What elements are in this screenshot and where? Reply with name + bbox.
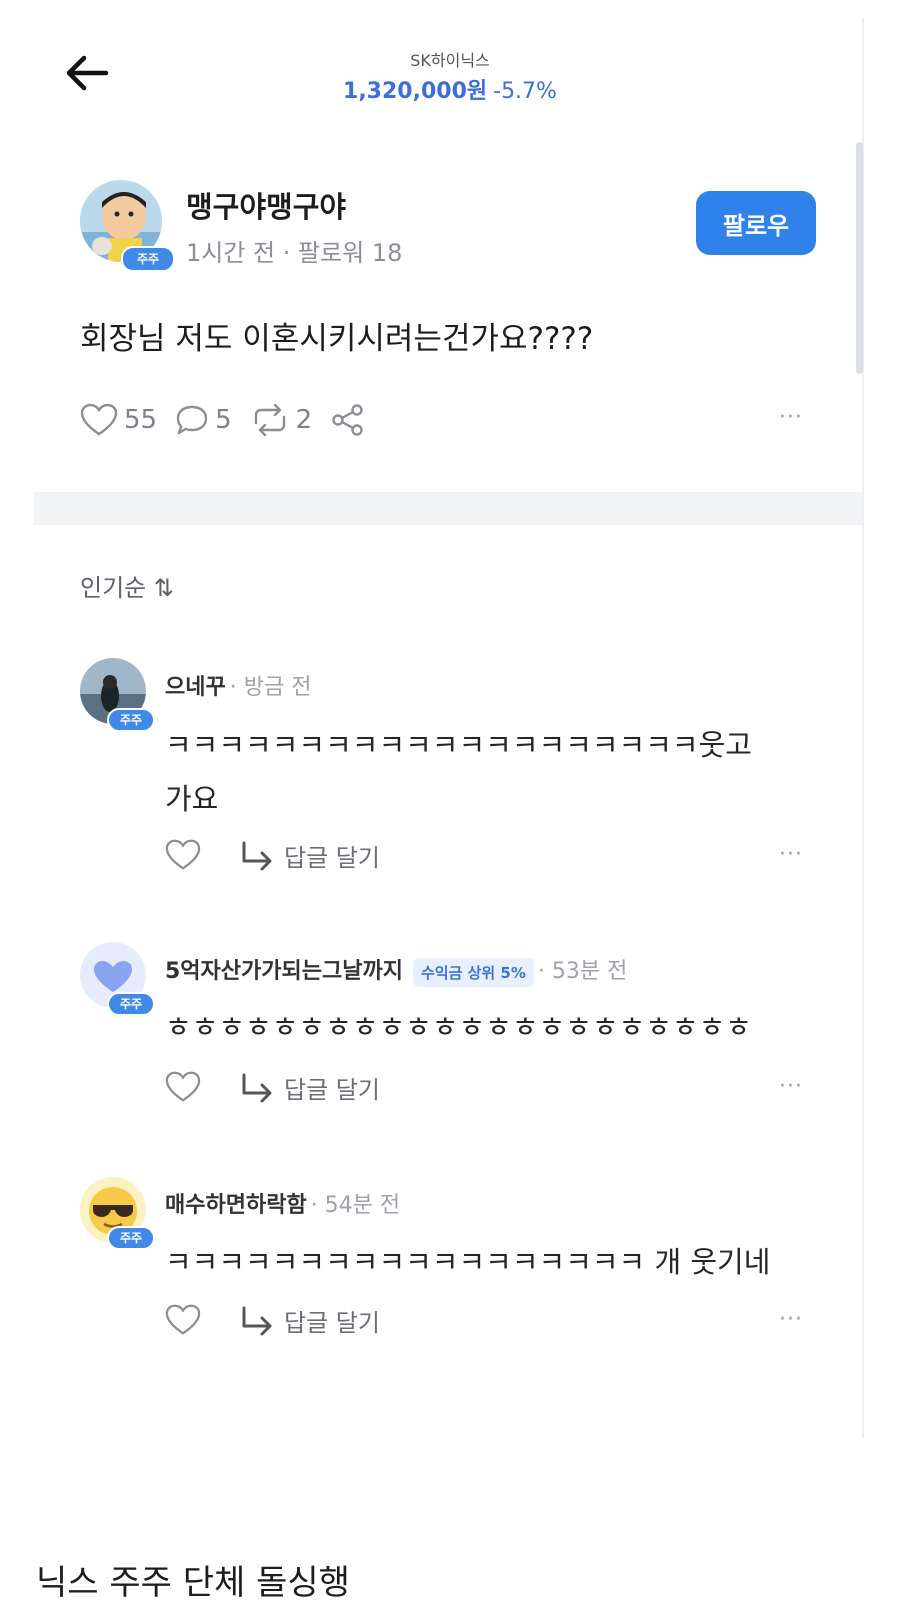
post-content: 회장님 저도 이혼시키시려는건가요???? [80,321,594,357]
repost-icon [254,403,285,437]
comment-time: · 54분 전 [310,1193,401,1218]
comment-more-button[interactable]: ··· [779,1074,803,1099]
profit-rank-tag: 수익금 상위 5% [412,957,534,987]
author-name[interactable]: 맹구야맹구야 [186,184,346,226]
post-actions: 55 5 2 [80,400,390,440]
repost-action[interactable]: 2 [250,403,313,437]
comment-time: · 방금 전 [229,675,312,700]
commenter-name-line: 5억자산가가되는그날까지 수익금 상위 5% · 53분 전 [165,953,627,987]
follow-button[interactable]: 팔로우 [696,191,816,255]
stock-name: SK하이닉스 [410,51,490,70]
heart-icon[interactable] [165,838,201,872]
commenter-name[interactable]: 5억자산가가되는그날까지 [165,959,403,984]
section-divider [34,492,862,525]
commenter-name-line: 매수하면하락함 · 54분 전 [165,1187,400,1219]
comment-text-line: ㅋㅋㅋㅋㅋㅋㅋㅋㅋㅋㅋㅋㅋㅋㅋㅋㅋㅋㅋㅋ웃고 [165,728,752,762]
comment-more-button[interactable]: ··· [779,842,803,867]
reply-button[interactable]: 답글 달기 [240,1303,380,1338]
shareholder-badge: 주주 [107,1226,155,1250]
reply-arrow-icon [242,841,272,870]
heart-icon[interactable] [165,1070,201,1104]
share-icon [332,404,363,436]
comment-text: ㅋㅋㅋㅋㅋㅋㅋㅋㅋㅋㅋㅋㅋㅋㅋㅋㅋㅋㅋㅋ웃고 가요 [165,718,752,826]
commenter-name-line: 으네꾸 · 방금 전 [165,669,311,701]
reply-button[interactable]: 답글 달기 [240,1070,380,1105]
comment-text-line: ㅋㅋㅋㅋㅋㅋㅋㅋㅋㅋㅋㅋㅋㅋㅋㅋㅋㅋ 개 웃기네 [165,1245,771,1279]
stock-price: 1,320,000원 [343,79,488,104]
comment-text-line: ㅎㅎㅎㅎㅎㅎㅎㅎㅎㅎㅎㅎㅎㅎㅎㅎㅎㅎㅎㅎㅎㅎ [165,1010,752,1044]
reply-arrow-icon [242,1073,272,1102]
price-change: -5.7% [493,79,557,104]
comment-text: ㅋㅋㅋㅋㅋㅋㅋㅋㅋㅋㅋㅋㅋㅋㅋㅋㅋㅋ 개 웃기네 [165,1235,770,1289]
heart-icon [80,403,118,436]
comment-text: ㅎㅎㅎㅎㅎㅎㅎㅎㅎㅎㅎㅎㅎㅎㅎㅎㅎㅎㅎㅎㅎㅎ [165,1000,752,1054]
sort-toggle[interactable]: 인기순 ⇅ [80,568,174,603]
like-count: 55 [124,405,158,435]
caption-text: 닉스 주주 단체 돌싱행 [36,1563,350,1603]
comment-text-line: 가요 [165,782,219,816]
reply-label: 답글 달기 [284,1076,380,1104]
shareholder-badge: 주주 [107,708,155,732]
share-action[interactable] [330,402,372,438]
post-meta: 1시간 전 · 팔로워 18 [186,239,403,267]
reply-arrow-icon [242,1306,272,1335]
shareholder-badge: 주주 [121,246,175,272]
post-more-button[interactable]: ··· [779,405,803,430]
repost-count: 2 [295,405,313,435]
comment-more-button[interactable]: ··· [779,1307,803,1332]
heart-icon[interactable] [165,1303,201,1337]
reply-label: 답글 달기 [284,1309,380,1337]
comment-action[interactable]: 5 [175,403,232,437]
like-action[interactable]: 55 [80,403,157,437]
comment-count: 5 [215,405,232,435]
reply-button[interactable]: 답글 달기 [240,838,380,873]
scrollbar[interactable] [856,142,863,374]
stock-price-line: 1,320,000원 -5.7% [0,73,900,105]
comment-time: · 53분 전 [537,959,628,984]
reply-label: 답글 달기 [284,844,380,872]
shareholder-badge: 주주 [107,992,155,1016]
commenter-name[interactable]: 으네꾸 [165,675,226,700]
comment-bubble-icon [176,405,208,435]
commenter-name[interactable]: 매수하면하락함 [165,1193,307,1218]
